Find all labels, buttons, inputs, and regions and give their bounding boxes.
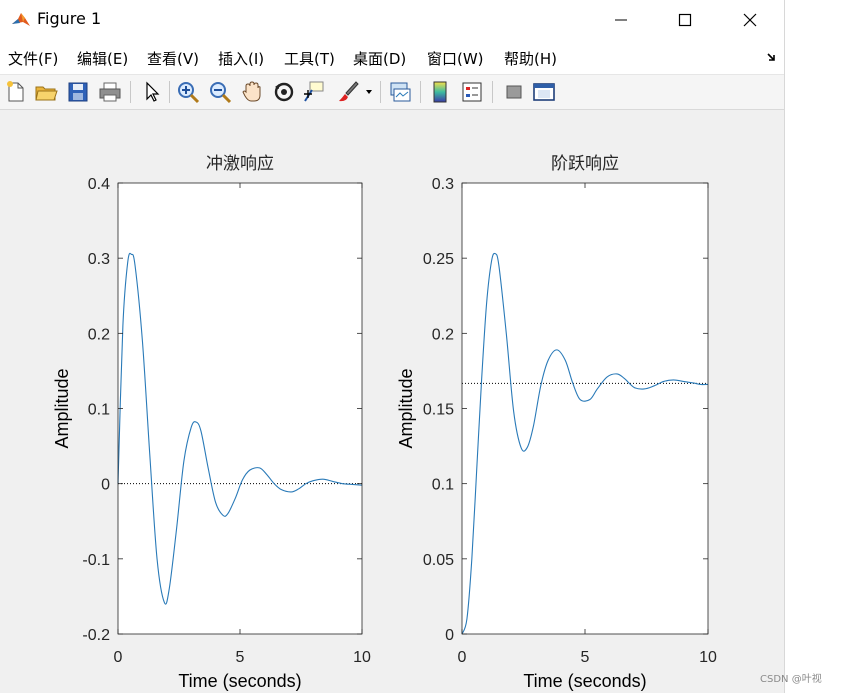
y-tick-label: 0 (445, 627, 454, 644)
y-tick-label: 0.3 (88, 251, 110, 268)
x-tick-label: 10 (699, 649, 717, 666)
y-tick-label: -0.1 (82, 552, 110, 569)
x-tick-label: 10 (353, 649, 371, 666)
y-tick-label: 0.4 (88, 176, 110, 193)
axes-impulse-response[interactable]: -0.2 -0.1 0 0.1 0.2 0.3 0.4 0 5 10 冲激响应 Time (secon… (52, 154, 371, 691)
axes-step-response[interactable]: 0 0.05 0.1 0.15 0.2 0.25 0.3 0 5 10 阶跃响应 Time (seco… (396, 154, 717, 691)
axes-title: 冲激响应 (206, 154, 274, 174)
y-tick-label: 0.25 (423, 251, 454, 268)
x-axis-label: Time (seconds) (523, 671, 646, 691)
axes-title: 阶跃响应 (551, 154, 619, 174)
plot-area (118, 183, 362, 634)
y-tick-label: 0.15 (423, 402, 454, 419)
figure-canvas: -0.2 -0.1 0 0.1 0.2 0.3 0.4 0 5 10 冲激响应 Time (secon… (52, 154, 717, 691)
x-tick-label: 5 (581, 649, 590, 666)
y-tick-label: 0.1 (432, 477, 454, 494)
y-tick-label: 0.2 (88, 326, 110, 343)
watermark-text: CSDN @叶视 (760, 674, 822, 685)
y-tick-label: 0.3 (432, 176, 454, 193)
y-tick-label: -0.2 (82, 627, 110, 644)
y-tick-label: 0.05 (423, 552, 454, 569)
y-axis-label: Amplitude (396, 368, 416, 448)
plot-area (462, 183, 708, 634)
figure-window: Figure 1 文件(F) 编辑(E) 查看(V) 插入(I) 工具(T) 桌… (0, 0, 785, 693)
x-axis-label: Time (seconds) (178, 671, 301, 691)
y-tick-label: 0.1 (88, 402, 110, 419)
y-tick-label: 0 (101, 477, 110, 494)
x-tick-label: 0 (458, 649, 467, 666)
x-tick-label: 5 (236, 649, 245, 666)
x-tick-label: 0 (114, 649, 123, 666)
y-axis-label: Amplitude (52, 368, 72, 448)
y-tick-label: 0.2 (432, 326, 454, 343)
